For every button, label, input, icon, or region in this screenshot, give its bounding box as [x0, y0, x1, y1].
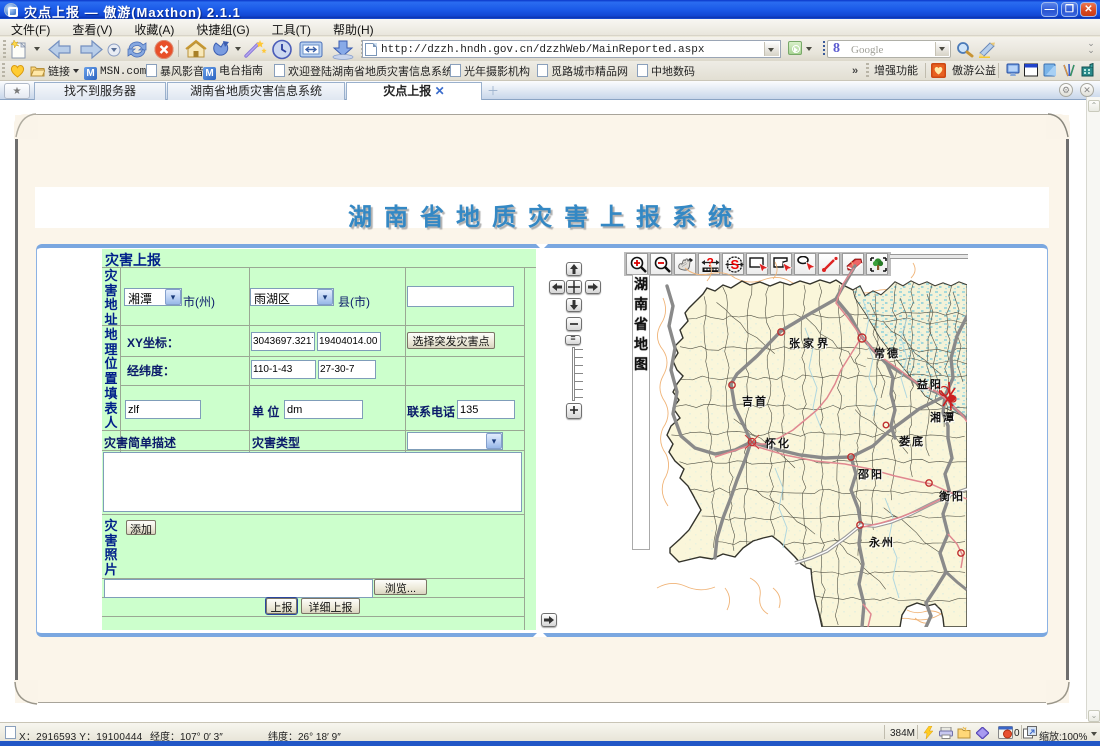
svg-text:常德: 常德 [874, 346, 900, 360]
svg-text:怀化: 怀化 [765, 436, 791, 450]
svg-text:衡阳: 衡阳 [939, 489, 965, 503]
svg-text:吉首: 吉首 [742, 394, 768, 408]
svg-text:益阳: 益阳 [917, 377, 943, 391]
svg-text:永州: 永州 [868, 535, 895, 549]
svg-text:湘潭: 湘潭 [930, 410, 956, 424]
svg-text:娄底: 娄底 [899, 434, 925, 448]
svg-text:邵阳: 邵阳 [857, 467, 884, 481]
svg-text:张家界: 张家界 [789, 336, 831, 350]
